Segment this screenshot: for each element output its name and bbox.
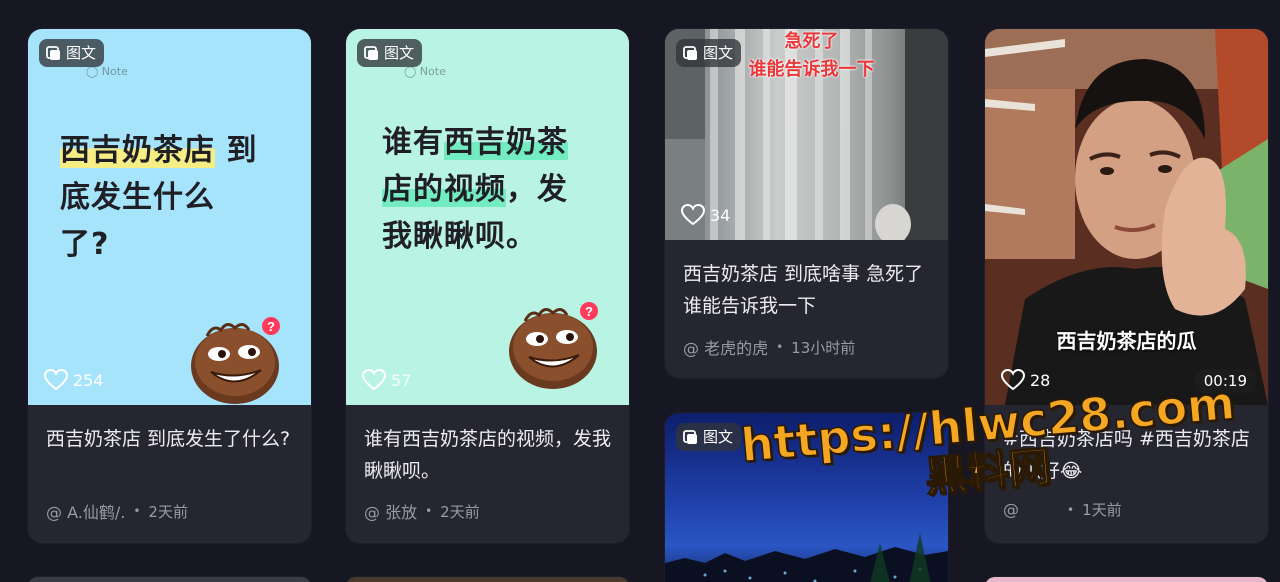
separator-dot: •: [133, 504, 141, 518]
separator-dot: •: [776, 340, 784, 354]
post-meta: @ • 1天前: [1003, 499, 1250, 520]
cover-text: 谁有西吉奶茶 店的视频，发 我瞅瞅呗。: [382, 125, 568, 254]
post-time: 1天前: [1082, 501, 1122, 519]
post-title[interactable]: #西吉奶茶店吗 #西吉奶茶店的瓜好😂: [1003, 423, 1250, 487]
post-title[interactable]: 谁有西吉奶茶店的视频，发我瞅瞅呗。: [364, 423, 611, 487]
heart-icon: [681, 204, 705, 226]
svg-text:?: ?: [267, 319, 275, 334]
image-text-badge: 图文: [39, 39, 105, 67]
author-name[interactable]: @: [1003, 500, 1019, 519]
heart-icon: [44, 369, 68, 391]
post-time: 2天前: [148, 502, 188, 521]
post-card[interactable]: 图文 ◯ Note 谁有西吉奶茶 店的视频，发 我瞅瞅呗。 ? 57 谁有西吉奶…: [346, 29, 629, 543]
image-text-icon: [683, 429, 697, 444]
post-cover[interactable]: 图文 急死了 谁能告诉我一下 34: [665, 29, 948, 240]
like-count-value: 57: [391, 370, 412, 390]
post-meta: @ A.仙鹤/. • 2天前: [46, 499, 293, 523]
post-title[interactable]: 西吉奶茶店 到底啥事 急死了 谁能告诉我一下: [683, 258, 930, 322]
post-card[interactable]: [985, 577, 1268, 582]
post-time: 2天前: [440, 502, 480, 521]
author-name[interactable]: @ A.仙鹤/.: [46, 499, 125, 523]
post-card[interactable]: 图文 ◯ Note 西吉奶茶店 到 底发生什么 了? ? 254 西吉奶茶店 到…: [28, 29, 311, 543]
like-count-value: 34: [710, 205, 731, 225]
image-text-icon: [364, 45, 378, 60]
post-meta: @ 张放 • 2天前: [364, 499, 611, 523]
like-count-value: 28: [1030, 370, 1051, 390]
heart-icon: [362, 369, 386, 391]
post-card[interactable]: [28, 577, 311, 582]
heart-icon: [1001, 369, 1025, 391]
post-time: 13小时前: [791, 338, 856, 357]
badge-label: 图文: [66, 44, 97, 62]
author-name[interactable]: @ 张放: [364, 499, 417, 523]
post-card[interactable]: [346, 577, 629, 582]
post-cover[interactable]: 图文 ◯ Note 西吉奶茶店 到 底发生什么 了? ? 254: [28, 29, 311, 405]
post-cover[interactable]: 图文 ◯ Note 谁有西吉奶茶 店的视频，发 我瞅瞅呗。 ? 57: [346, 29, 629, 405]
badge-label: 图文: [384, 44, 415, 62]
photo-caption: 急死了 谁能告诉我一下: [748, 31, 875, 80]
badge-label: 图文: [703, 428, 734, 446]
post-cover[interactable]: 图文: [665, 413, 948, 582]
image-text-badge: 图文: [357, 39, 423, 67]
video-duration: 00:19: [1194, 369, 1256, 393]
video-caption: 西吉奶茶店的瓜: [1056, 329, 1197, 353]
post-card[interactable]: 图文: [665, 413, 948, 582]
like-count[interactable]: 254: [44, 369, 104, 391]
feed-grid: 图文 ◯ Note 西吉奶茶店 到 底发生什么 了? ? 254 西吉奶茶店 到…: [0, 0, 1280, 582]
like-count-value: 254: [73, 370, 104, 390]
like-count[interactable]: 57: [362, 369, 411, 391]
image-text-badge: 图文: [676, 423, 742, 451]
cover-text: 西吉奶茶店 到 底发生什么 了?: [60, 133, 258, 262]
svg-text:?: ?: [585, 304, 593, 319]
post-title[interactable]: 西吉奶茶店 到底发生了什么?: [46, 423, 293, 455]
like-count[interactable]: 34: [681, 204, 730, 226]
post-meta: @ 老虎的虎 • 13小时前: [683, 335, 930, 359]
post-card[interactable]: 西吉奶茶店的瓜 28 00:19 #西吉奶茶店吗 #西吉奶茶店的瓜好😂 @ • …: [985, 29, 1268, 543]
separator-dot: •: [1067, 502, 1075, 517]
post-card[interactable]: 图文 急死了 谁能告诉我一下 34 西吉奶茶店 到底啥事 急死了 谁能告诉我一下…: [665, 29, 948, 378]
image-text-icon: [46, 45, 60, 60]
separator-dot: •: [425, 504, 433, 518]
thinking-emoji-sticker: ?: [191, 317, 280, 404]
post-cover[interactable]: 西吉奶茶店的瓜 28 00:19: [985, 29, 1268, 405]
thinking-emoji-sticker: ?: [509, 302, 598, 389]
author-name[interactable]: @ 老虎的虎: [683, 335, 768, 359]
like-count[interactable]: 28: [1001, 369, 1050, 391]
